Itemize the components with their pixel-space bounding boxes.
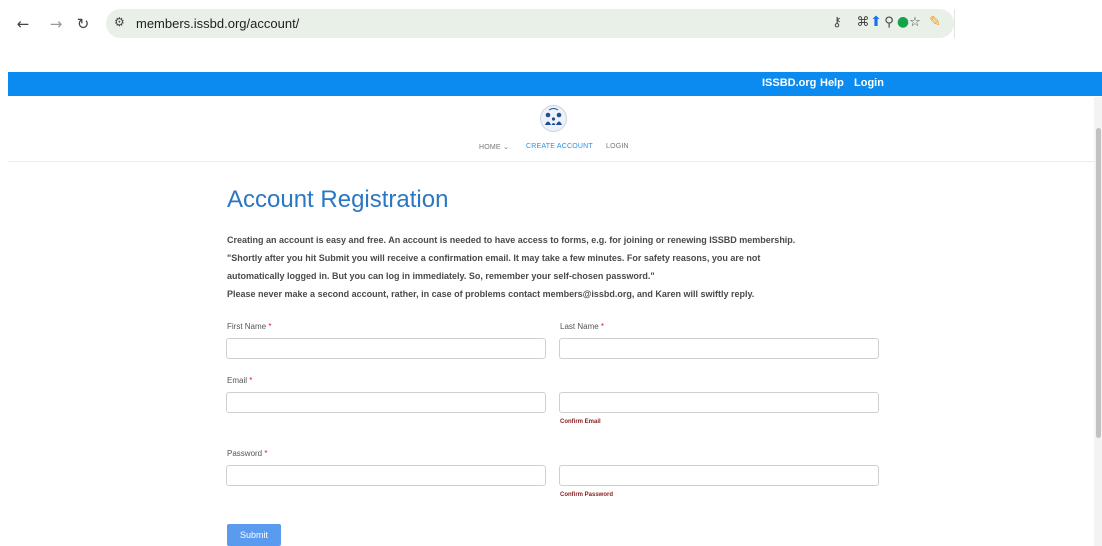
intro-line: Please never make a second account, rath… <box>227 289 755 299</box>
site-topbar: ISSBD.org Help Login <box>8 72 1102 96</box>
email-label: Email * <box>227 376 252 385</box>
first-name-label: First Name * <box>227 322 271 331</box>
first-name-input[interactable] <box>226 338 546 359</box>
intro-line: Creating an account is easy and free. An… <box>227 235 796 245</box>
extension-arrow-icon[interactable]: ⬆ <box>866 14 886 34</box>
password-input[interactable] <box>226 465 546 486</box>
required-mark: * <box>264 449 268 458</box>
nav-home[interactable]: HOME ⌄ <box>479 143 509 151</box>
required-mark: * <box>249 376 253 385</box>
site-info-icon[interactable]: ⚙ <box>114 15 132 33</box>
forward-button[interactable]: → <box>45 13 67 35</box>
first-name-label-text: First Name <box>227 322 267 331</box>
scrollbar-thumb[interactable] <box>1096 128 1101 438</box>
intro-line: "Shortly after you hit Submit you will r… <box>227 253 761 263</box>
grammarly-icon[interactable]: ● <box>893 14 913 34</box>
submit-button[interactable]: Submit <box>227 524 281 546</box>
browser-extension-area <box>954 9 1102 38</box>
confirm-password-label: Confirm Password <box>560 492 614 498</box>
address-bar[interactable]: ⚙ members.issbd.org/account/ ⚷ ⌘ ⚲ ☆ <box>106 9 954 38</box>
issbd-logo[interactable] <box>540 105 567 132</box>
confirm-email-input[interactable] <box>559 392 879 413</box>
reload-button[interactable]: ↻ <box>72 13 94 35</box>
topbar-link-login[interactable]: Login <box>854 77 884 89</box>
last-name-label-text: Last Name <box>560 322 599 331</box>
reload-icon: ↻ <box>76 15 90 33</box>
topbar-link-help[interactable]: Help <box>820 77 844 89</box>
page-title: Account Registration <box>227 186 449 213</box>
last-name-label: Last Name * <box>560 322 604 331</box>
nav-create-account[interactable]: CREATE ACCOUNT <box>526 143 593 150</box>
email-label-text: Email <box>227 376 248 385</box>
confirm-email-label: Confirm Email <box>560 419 601 425</box>
confirm-password-input[interactable] <box>559 465 879 486</box>
logo-emblem-icon <box>545 108 562 125</box>
password-label: Password * <box>227 449 267 458</box>
nav-login[interactable]: LOGIN <box>606 143 629 150</box>
arrow-right-icon: → <box>49 15 63 33</box>
last-name-input[interactable] <box>559 338 879 359</box>
key-icon[interactable]: ⚷ <box>828 15 846 33</box>
topbar-link-issbd[interactable]: ISSBD.org <box>762 77 816 89</box>
required-mark: * <box>268 322 272 331</box>
required-mark: * <box>600 322 605 331</box>
browser-toolbar: ← → ↻ ⚙ members.issbd.org/account/ ⚷ ⌘ ⚲… <box>0 0 1102 50</box>
header-divider <box>8 161 1098 162</box>
pencil-icon[interactable]: ✎ <box>925 14 945 34</box>
arrow-left-icon: ← <box>16 15 30 33</box>
back-button[interactable]: ← <box>12 13 34 35</box>
password-label-text: Password <box>227 449 263 458</box>
address-url[interactable]: members.issbd.org/account/ <box>136 16 299 31</box>
email-input[interactable] <box>226 392 546 413</box>
intro-line: automatically logged in. But you can log… <box>227 271 655 281</box>
